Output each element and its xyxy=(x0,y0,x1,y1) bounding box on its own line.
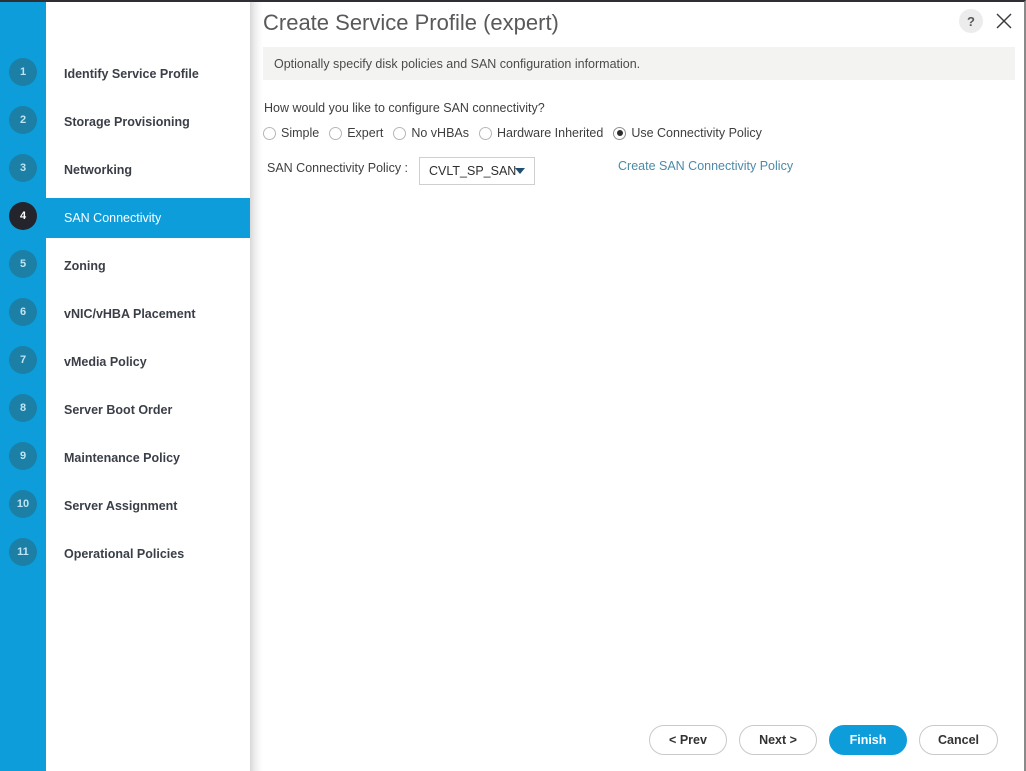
sidebar-step-vnic-vhba-placement[interactable]: 6 vNIC/vHBA Placement xyxy=(0,294,250,334)
help-icon[interactable]: ? xyxy=(959,9,983,33)
step-label: Storage Provisioning xyxy=(64,115,190,129)
san-connectivity-question: How would you like to configure SAN conn… xyxy=(264,101,545,115)
step-number-badge: 9 xyxy=(9,442,37,470)
radio-expert[interactable]: Expert xyxy=(329,126,383,140)
radio-button-icon[interactable] xyxy=(613,126,627,140)
step-number-badge: 7 xyxy=(9,346,37,374)
step-label: SAN Connectivity xyxy=(64,211,162,225)
step-label: Identify Service Profile xyxy=(64,67,199,81)
instruction-bar: Optionally specify disk policies and SAN… xyxy=(263,47,1015,80)
create-service-profile-dialog: 1 Identify Service Profile 2 Storage Provis… xyxy=(0,0,1026,771)
san-connectivity-policy-row: SAN Connectivity Policy : CVLT_SP_SAN Cr… xyxy=(263,157,1015,187)
radio-simple[interactable]: Simple xyxy=(263,126,319,140)
step-label: Server Boot Order xyxy=(64,403,173,417)
step-label: Operational Policies xyxy=(64,547,185,561)
page-title: Create Service Profile (expert) xyxy=(263,10,559,35)
sidebar-step-server-assignment[interactable]: 10 Server Assignment xyxy=(0,486,250,526)
radio-label: Hardware Inherited xyxy=(497,126,604,140)
sidebar-step-zoning[interactable]: 5 Zoning xyxy=(0,246,250,286)
step-number-badge: 3 xyxy=(9,154,37,182)
step-label: Zoning xyxy=(64,259,106,273)
radio-button-icon[interactable] xyxy=(393,126,407,140)
titlebar-icon-group: ? xyxy=(959,9,1016,33)
wizard-step-list: 1 Identify Service Profile 2 Storage Provis… xyxy=(0,2,250,771)
radio-use-connectivity-policy[interactable]: Use Connectivity Policy xyxy=(613,126,762,140)
step-label: Server Assignment xyxy=(64,499,178,513)
radio-hardware-inherited[interactable]: Hardware Inherited xyxy=(479,126,603,140)
step-label: vMedia Policy xyxy=(64,355,147,369)
radio-label: No vHBAs xyxy=(411,126,470,140)
step-number-badge: 8 xyxy=(9,394,37,422)
step-number-badge: 5 xyxy=(9,250,37,278)
radio-button-icon[interactable] xyxy=(329,126,343,140)
sidebar-step-server-boot-order[interactable]: 8 Server Boot Order xyxy=(0,390,250,430)
dialog-footer: < Prev Next > Finish Cancel xyxy=(263,724,1024,756)
sidebar-step-identify-service-profile[interactable]: 1 Identify Service Profile xyxy=(0,54,250,94)
step-label: vNIC/vHBA Placement xyxy=(64,307,196,321)
instruction-text: Optionally specify disk policies and SAN… xyxy=(274,56,641,71)
san-connectivity-policy-value: CVLT_SP_SAN xyxy=(429,164,517,178)
chevron-down-icon xyxy=(515,168,525,174)
step-number-badge: 11 xyxy=(9,538,37,566)
step-number-badge: 1 xyxy=(9,58,37,86)
prev-button[interactable]: < Prev xyxy=(649,725,727,755)
sidebar-step-maintenance-policy[interactable]: 9 Maintenance Policy xyxy=(0,438,250,478)
san-connectivity-radio-group: Simple Expert No vHBAs Hardware Inherited Us… xyxy=(263,126,772,140)
finish-button[interactable]: Finish xyxy=(829,725,907,755)
radio-no-vhbas[interactable]: No vHBAs xyxy=(393,126,469,140)
step-number-badge: 4 xyxy=(9,202,37,230)
close-icon[interactable] xyxy=(992,9,1016,33)
san-connectivity-policy-label: SAN Connectivity Policy : xyxy=(267,161,409,175)
step-label: Maintenance Policy xyxy=(64,451,181,465)
radio-button-icon[interactable] xyxy=(263,126,276,140)
step-number-badge: 6 xyxy=(9,298,37,326)
sidebar-step-vmedia-policy[interactable]: 7 vMedia Policy xyxy=(0,342,250,382)
radio-label: Expert xyxy=(347,126,384,140)
sidebar-step-operational-policies[interactable]: 11 Operational Policies xyxy=(0,534,250,574)
cancel-button[interactable]: Cancel xyxy=(919,725,998,755)
create-san-connectivity-policy-link[interactable]: Create SAN Connectivity Policy xyxy=(618,159,793,173)
sidebar-divider-shadow xyxy=(250,2,263,771)
step-label: Networking xyxy=(64,163,133,177)
sidebar-step-networking[interactable]: 3 Networking xyxy=(0,150,250,190)
next-button[interactable]: Next > xyxy=(739,725,817,755)
main-content-panel: Create Service Profile (expert) ? Option… xyxy=(263,2,1024,771)
step-number-badge: 2 xyxy=(9,106,37,134)
sidebar-step-storage-provisioning[interactable]: 2 Storage Provisioning xyxy=(0,102,250,142)
radio-label: Simple xyxy=(281,126,320,140)
radio-button-icon[interactable] xyxy=(479,126,493,140)
sidebar-step-san-connectivity[interactable]: 4 SAN Connectivity xyxy=(0,198,250,238)
san-connectivity-policy-select[interactable]: CVLT_SP_SAN xyxy=(419,157,535,185)
step-number-badge: 10 xyxy=(9,490,37,518)
radio-label: Use Connectivity Policy xyxy=(631,126,762,140)
